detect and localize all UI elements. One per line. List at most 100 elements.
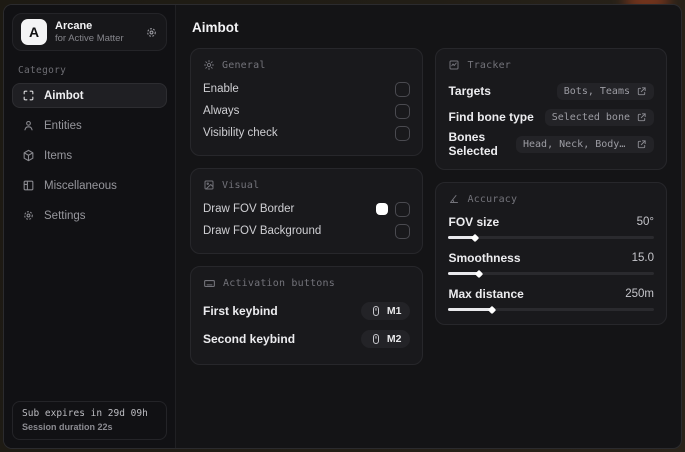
sidebar-item-entities[interactable]: Entities [12,113,167,138]
dropdown-value: Selected bone [551,111,630,123]
sidebar-item-label: Aimbot [44,89,84,102]
max-distance-slider-block: Max distance 250m [448,284,654,311]
setting-label: Enable [203,83,239,95]
sidebar: A Arcane for Active Matter Category Aimb… [4,5,176,448]
bones-selected-dropdown[interactable]: Head, Neck, Body, Pe… [516,135,654,153]
visibility-check-checkbox[interactable] [395,125,411,141]
setting-row: First keybind M1 [203,297,411,325]
setting-label: First keybind [203,304,278,318]
gear-icon [22,209,35,222]
card-title: Tracker [467,59,512,71]
mouse-icon [370,305,382,317]
visual-card: Visual Draw FOV Border Draw FOV Backgrou… [190,168,424,254]
scan-icon [22,89,35,102]
setting-label: Find bone type [448,110,534,124]
setting-label: Targets [448,84,491,98]
setting-row: Visibility check [203,122,411,144]
slider-fill [448,308,492,311]
sidebar-item-label: Miscellaneous [44,179,117,192]
brand-logo: A [21,19,47,45]
fov-size-slider[interactable] [448,236,654,239]
sidebar-item-label: Items [44,149,73,162]
setting-row: Draw FOV Border [203,198,411,220]
setting-label: Bones Selected [448,130,498,158]
image-icon [203,179,215,191]
sidebar-item-miscellaneous[interactable]: Miscellaneous [12,173,167,198]
general-card: General Enable Always Visibility check [190,48,424,156]
sun-icon [203,59,215,71]
cube-icon [22,149,35,162]
sidebar-item-aimbot[interactable]: Aimbot [12,83,167,108]
keybind-value: M1 [386,305,402,317]
setting-label: Max distance [448,287,524,301]
category-label: Category [18,65,67,76]
setting-label: Always [203,105,240,117]
slider-fill [448,236,476,239]
setting-row: Second keybind M2 [203,325,411,353]
slider-value: 15.0 [631,252,654,264]
page-title: Aimbot [192,20,239,35]
expand-icon [636,112,647,123]
activity-icon [448,59,460,71]
subscription-info: Sub expires in 29d 09h Session duration … [12,401,167,440]
setting-label: Second keybind [203,332,296,346]
setting-label: Draw FOV Border [203,203,295,215]
arcane-menu-window: A Arcane for Active Matter Category Aimb… [3,4,682,449]
max-distance-slider[interactable] [448,308,654,311]
dropdown-value: Bots, Teams [563,85,630,97]
game-background: A Arcane for Active Matter Category Aimb… [0,0,685,452]
gear-icon[interactable] [145,26,158,39]
find-bone-type-dropdown[interactable]: Selected bone [544,108,654,126]
card-title: Visual [222,179,260,191]
always-checkbox[interactable] [395,103,411,119]
draw-fov-background-checkbox[interactable] [395,223,411,239]
setting-row: Find bone type Selected bone [448,104,654,130]
entities-icon [22,119,35,132]
brand-header: A Arcane for Active Matter [12,13,167,51]
card-title: Activation buttons [223,278,335,289]
targets-dropdown[interactable]: Bots, Teams [556,82,654,100]
setting-row: Always [203,100,411,122]
brand-name: Arcane [55,20,93,32]
slider-value: 50° [636,216,654,228]
card-title: General [222,59,266,71]
setting-label: FOV size [448,215,500,229]
sidebar-item-label: Settings [44,209,86,222]
slider-fill [448,272,480,275]
expand-icon [636,139,647,150]
first-keybind-button[interactable]: M1 [360,302,411,320]
main-panel: Aimbot General Enable Always Visibility … [176,5,681,448]
expand-icon [636,86,647,97]
smoothness-slider-block: Smoothness 15.0 [448,248,654,275]
category-menu: Aimbot Entities Items Miscellaneous Sett… [12,83,167,228]
sidebar-item-settings[interactable]: Settings [12,203,167,228]
layout-icon [22,179,35,192]
angle-icon [448,193,460,205]
fov-size-slider-block: FOV size 50° [448,212,654,239]
card-title: Accuracy [467,193,518,205]
enable-checkbox[interactable] [395,81,411,97]
accuracy-card: Accuracy FOV size 50° Smoothness 15.0 Ma… [435,182,667,325]
sidebar-item-items[interactable]: Items [12,143,167,168]
keyboard-icon [203,277,216,290]
setting-label: Visibility check [203,127,278,139]
setting-row: Enable [203,78,411,100]
activation-buttons-card: Activation buttons First keybind M1 Seco… [190,266,424,365]
sidebar-item-label: Entities [44,119,82,132]
slider-value: 250m [625,288,654,300]
brand-subtitle: for Active Matter [55,33,124,44]
fov-border-color-swatch[interactable] [376,203,389,215]
mouse-icon [370,333,382,345]
setting-label: Smoothness [448,251,521,265]
sub-expiry-text: Sub expires in 29d 09h [22,408,148,419]
draw-fov-border-checkbox[interactable] [395,201,411,217]
dropdown-value: Head, Neck, Body, Pe… [523,138,630,150]
smoothness-slider[interactable] [448,272,654,275]
second-keybind-button[interactable]: M2 [360,330,411,348]
tracker-card: Tracker Targets Bots, Teams Find bone ty… [435,48,667,170]
session-duration-text: Session duration 22s [22,422,113,432]
keybind-value: M2 [386,333,402,345]
setting-row: Bones Selected Head, Neck, Body, Pe… [448,130,654,158]
setting-label: Draw FOV Background [203,225,322,237]
setting-row: Targets Bots, Teams [448,78,654,104]
